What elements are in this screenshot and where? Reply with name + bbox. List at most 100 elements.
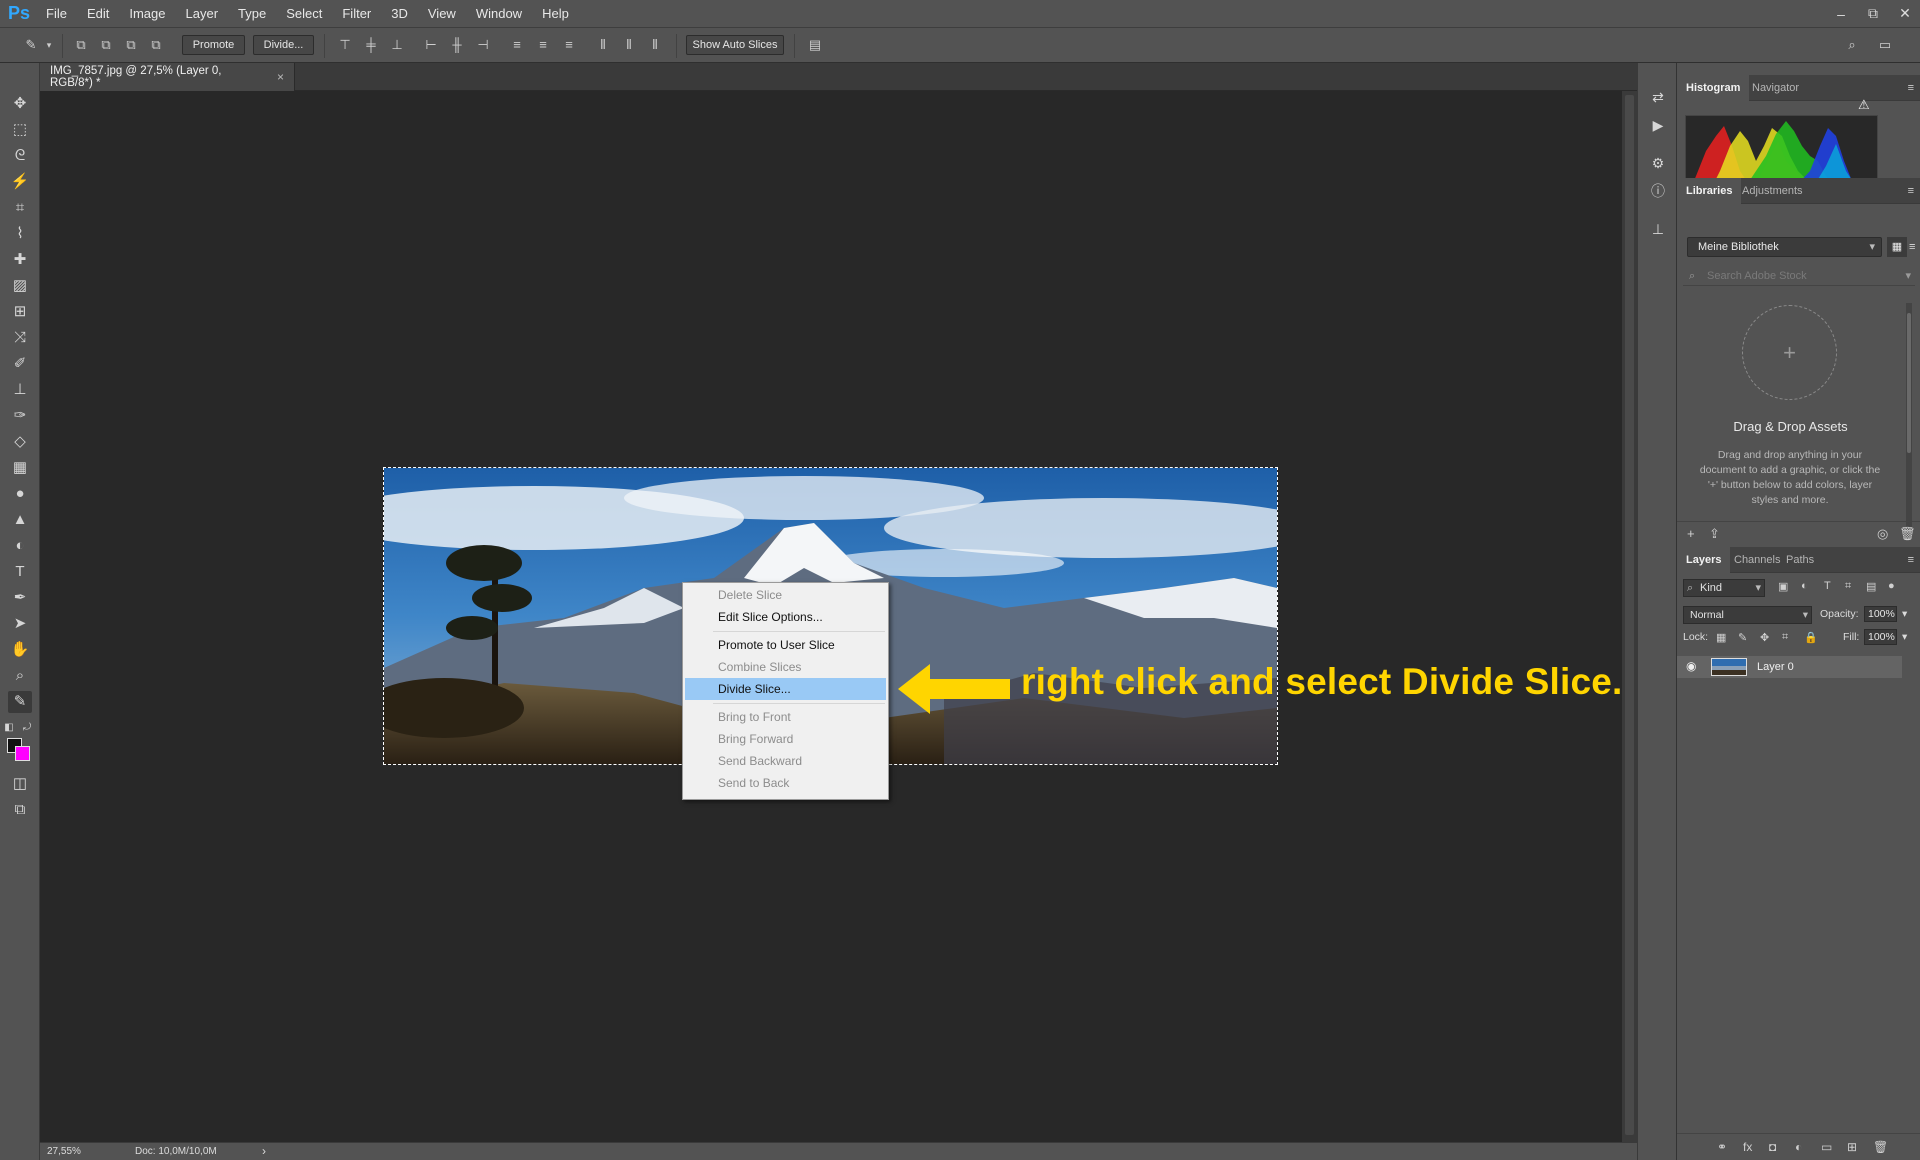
trash-icon[interactable]: 🗑 (1873, 1140, 1888, 1154)
creative-cloud-icon[interactable]: ◎ (1877, 526, 1888, 542)
bring-forward-icon[interactable]: ⧉ (97, 36, 115, 54)
divide-button[interactable]: Divide... (253, 35, 314, 55)
menu-item-divide-slice[interactable]: Divide Slice... (685, 678, 886, 700)
fx-icon[interactable]: fx (1743, 1140, 1752, 1154)
slice-select-tool-icon[interactable]: ✎ (8, 691, 32, 713)
link-layers-icon[interactable]: ⚭ (1717, 1140, 1727, 1154)
menu-item-promote-to-user-slice[interactable]: Promote to User Slice (685, 634, 886, 656)
background-color-swatch[interactable] (15, 746, 30, 761)
gradient-tool-icon[interactable]: ▦ (8, 457, 32, 479)
healing-brush-tool-icon[interactable]: ✚ (8, 249, 32, 271)
menu-view[interactable]: View (418, 0, 466, 27)
filter-smart-object-icon[interactable]: ▤ (1866, 580, 1876, 593)
content-aware-tool-icon[interactable]: ⊞ (8, 301, 32, 323)
distribute-left-icon[interactable]: ⦀ (594, 36, 612, 54)
menu-item-edit-slice-options[interactable]: Edit Slice Options... (685, 606, 886, 628)
dodge-tool-icon[interactable]: ◐ (8, 535, 32, 557)
restore-icon[interactable]: ⧉ (1864, 5, 1882, 22)
filter-adjustment-icon[interactable]: ◐ (1801, 580, 1808, 592)
history-brush-tool-icon[interactable]: ✑ (8, 405, 32, 427)
chevron-down-icon[interactable]: ▾ (1902, 608, 1907, 620)
history-icon[interactable]: ⇄ (1648, 87, 1668, 107)
patch-tool-icon[interactable]: ▨ (8, 275, 32, 297)
lasso-tool-icon[interactable]: ᘓ (8, 145, 32, 167)
eyedropper-tool-icon[interactable]: ⌇ (8, 223, 32, 245)
menu-layer[interactable]: Layer (176, 0, 229, 27)
minimize-icon[interactable]: – (1832, 6, 1850, 22)
tab-adjustments[interactable]: Adjustments (1733, 178, 1812, 204)
scrollbar-thumb[interactable] (1625, 95, 1634, 1135)
panel-menu-icon[interactable]: ≡ (1908, 554, 1914, 566)
layer-row[interactable]: ◉ Layer 0 (1677, 656, 1902, 678)
align-vcenter-icon[interactable]: ╪ (362, 36, 380, 54)
library-scrollbar[interactable] (1906, 303, 1912, 528)
layer-name[interactable]: Layer 0 (1757, 656, 1794, 678)
menu-3d[interactable]: 3D (381, 0, 418, 27)
menu-image[interactable]: Image (119, 0, 175, 27)
distribute-hcenter-icon[interactable]: ⦀ (620, 36, 638, 54)
tab-layers[interactable]: Layers (1677, 547, 1731, 573)
tab-histogram[interactable]: Histogram (1677, 75, 1750, 101)
filter-shape-icon[interactable]: ⌗ (1845, 580, 1851, 593)
menu-type[interactable]: Type (228, 0, 276, 27)
lock-pixels-icon[interactable]: ✎ (1738, 631, 1747, 644)
filter-type-icon[interactable]: T (1824, 580, 1831, 592)
trash-icon[interactable]: 🗑 (1899, 526, 1916, 542)
new-layer-icon[interactable]: ⊞ (1847, 1140, 1857, 1154)
document-tab[interactable]: IMG_7857.jpg @ 27,5% (Layer 0, RGB/8*) *… (40, 63, 295, 91)
pen-tool-icon[interactable]: ✒ (8, 587, 32, 609)
menu-filter[interactable]: Filter (332, 0, 381, 27)
chevron-down-icon[interactable]: ▾ (1905, 266, 1911, 286)
marquee-tool-icon[interactable]: ⬚ (8, 119, 32, 141)
menu-item-bring-forward[interactable]: Bring Forward (685, 728, 886, 750)
tool-preset-caret-icon[interactable]: ▾ (40, 36, 58, 54)
add-icon[interactable]: + (1687, 526, 1695, 541)
menu-item-send-to-back[interactable]: Send to Back (685, 772, 886, 794)
fill-field[interactable]: 100% (1864, 629, 1897, 645)
promote-button[interactable]: Promote (182, 35, 245, 55)
menu-item-delete-slice[interactable]: Delete Slice (685, 584, 886, 606)
hand-tool-icon[interactable]: ✋ (8, 639, 32, 661)
lock-artboard-icon[interactable]: ⌗ (1782, 631, 1788, 644)
magic-wand-tool-icon[interactable]: ⚡ (8, 171, 32, 193)
panel-menu-icon[interactable]: ≡ (1908, 185, 1914, 197)
lock-transparency-icon[interactable]: ▦ (1716, 631, 1726, 644)
distribute-vcenter-icon[interactable]: ≡ (534, 36, 552, 54)
align-top-icon[interactable]: ⊤ (336, 36, 354, 54)
blur-tool-icon[interactable]: ● (8, 483, 32, 505)
status-arrow-icon[interactable]: › (262, 1143, 266, 1160)
brush-tool-icon[interactable]: ✐ (8, 353, 32, 375)
menu-select[interactable]: Select (276, 0, 332, 27)
grid-view-icon[interactable]: ▦ (1887, 237, 1907, 257)
distribute-right-icon[interactable]: ⦀ (646, 36, 664, 54)
zoom-tool-icon[interactable]: ⌕ (8, 665, 32, 687)
screen-mode-icon[interactable]: ⧉ (8, 799, 32, 821)
show-auto-slices-button[interactable]: Show Auto Slices (686, 35, 784, 55)
layer-mask-icon[interactable]: ◘ (1769, 1140, 1776, 1154)
slice-options-icon[interactable]: ▤ (806, 36, 824, 54)
align-bottom-icon[interactable]: ⊥ (388, 36, 406, 54)
menu-file[interactable]: File (36, 0, 77, 27)
opacity-field[interactable]: 100% (1864, 606, 1897, 622)
workspace-icon[interactable]: ▭ (1876, 36, 1894, 54)
scrollbar-thumb[interactable] (1907, 313, 1911, 453)
tab-navigator[interactable]: Navigator (1743, 75, 1808, 101)
tab-libraries[interactable]: Libraries (1677, 178, 1742, 204)
library-dropdown[interactable]: Meine Bibliothek ▾ (1687, 237, 1882, 257)
recompose-tool-icon[interactable]: ⤨ (8, 327, 32, 349)
eraser-tool-icon[interactable]: ◇ (8, 431, 32, 453)
crop-tool-icon[interactable]: ⌗ (8, 197, 32, 219)
search-icon[interactable]: ⌕ (1843, 36, 1861, 54)
bring-to-front-icon[interactable]: ⧉ (72, 36, 90, 54)
info-icon[interactable]: ⓘ (1648, 181, 1668, 201)
filter-toggle-icon[interactable]: ● (1888, 580, 1895, 592)
add-asset-drop-zone[interactable]: + (1742, 305, 1837, 400)
layer-kind-filter[interactable]: ⌕ Kind ▾ (1683, 579, 1765, 597)
adjustment-layer-icon[interactable]: ◐ (1795, 1140, 1802, 1154)
actions-play-icon[interactable]: ▶ (1648, 115, 1668, 135)
new-group-icon[interactable]: ▭ (1821, 1140, 1832, 1154)
default-colors-icon[interactable]: ◧ (2, 717, 16, 739)
align-hcenter-icon[interactable]: ╫ (448, 36, 466, 54)
align-left-icon[interactable]: ⊢ (422, 36, 440, 54)
close-tab-icon[interactable]: × (277, 70, 284, 84)
